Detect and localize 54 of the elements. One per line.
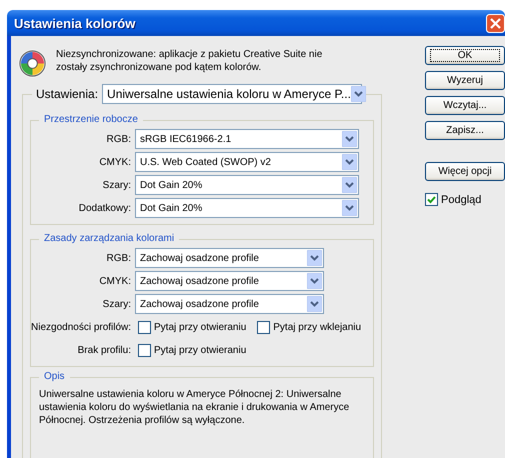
chevron-down-icon[interactable] [307, 296, 322, 312]
checkbox[interactable] [138, 344, 151, 356]
field-label: RGB: [106, 134, 131, 144]
dropdown-value: U.S. Web Coated (SWOP) v2 [140, 156, 272, 168]
checkbox-label: Pytaj przy otwieraniu [154, 344, 246, 356]
dialog-button[interactable]: Zapisz... [425, 121, 505, 140]
close-icon[interactable] [486, 14, 505, 32]
profile-dropdown[interactable]: Dot Gain 20% [135, 175, 359, 195]
chevron-down-icon[interactable] [342, 177, 357, 193]
dialog-button[interactable]: Więcej opcji [425, 162, 505, 181]
profile-dropdown[interactable]: Dot Gain 20% [135, 198, 359, 218]
color-wheel-icon [19, 50, 46, 77]
chevron-down-icon[interactable] [307, 250, 322, 266]
dropdown-value: Uniwersalne ustawienia koloru w Ameryce P... [107, 87, 351, 101]
checkbox-label: Pytaj przy wklejaniu [273, 322, 362, 332]
dialog-button[interactable]: Wyzeruj [425, 71, 505, 90]
profile-dropdown[interactable]: Zachowaj osadzone profile [135, 294, 324, 314]
chevron-down-icon[interactable] [350, 86, 366, 102]
field-label: CMYK: [98, 276, 131, 286]
group-title: Opis [43, 370, 66, 384]
description-text: Uniwersalne ustawienia koloru w Ameryce Północnej 2: Uniwersalne ustawienia koloru do wyświetlania na ekranie i drukowania w Ameryce Północnej. Ostrzeżenia profilów są wyłączone. [38, 388, 350, 427]
checkbox[interactable] [425, 193, 438, 206]
field-label: Dodatkowy: [78, 202, 131, 214]
dropdown-value: Zachowaj osadzone profile [140, 252, 260, 264]
field-label: CMYK: [98, 156, 131, 168]
checkbox-label: Podgląd [441, 194, 482, 206]
group-title: Przestrzenie robocze [43, 113, 139, 127]
dropdown-value: Dot Gain 20% [140, 202, 204, 214]
dialog-button[interactable]: OK [425, 46, 505, 65]
profile-dropdown[interactable]: Zachowaj osadzone profile [135, 248, 324, 268]
field-label: Szary: [102, 298, 131, 310]
dropdown-value: Zachowaj osadzone profile [140, 276, 260, 286]
dropdown-value: Zachowaj osadzone profile [140, 298, 260, 310]
dropdown-value: sRGB IEC61966-2.1 [140, 134, 232, 144]
group-title: Zasady zarządzania kolorami [43, 232, 176, 246]
checkbox[interactable] [138, 320, 151, 334]
sync-warning: Niezsynchronizowane: aplikacje z pakietu Creative Suite nie zostały zsynchronizowane pod kątem kolorów. [56, 48, 324, 74]
profile-dropdown[interactable]: sRGB IEC61966-2.1 [135, 129, 359, 149]
field-label: Ustawienia: [36, 87, 98, 101]
checkbox[interactable] [257, 320, 270, 334]
dropdown-value: Dot Gain 20% [140, 180, 204, 190]
profile-dropdown[interactable]: Zachowaj osadzone profile [135, 271, 324, 291]
dialog-button[interactable]: Wczytaj... [425, 96, 505, 115]
field-label: RGB: [106, 252, 131, 264]
chevron-down-icon[interactable] [342, 131, 357, 147]
profile-dropdown[interactable]: U.S. Web Coated (SWOP) v2 [135, 152, 359, 172]
chevron-down-icon[interactable] [342, 200, 357, 216]
chevron-down-icon[interactable] [307, 273, 322, 289]
window-title: Ustawienia kolorów [14, 16, 136, 30]
checkbox-label: Pytaj przy otwieraniu [154, 322, 246, 332]
field-label: Szary: [102, 180, 131, 190]
field-label: Niezgodności profilów: [31, 322, 131, 332]
field-label: Brak profilu: [76, 344, 131, 356]
chevron-down-icon[interactable] [342, 154, 357, 170]
